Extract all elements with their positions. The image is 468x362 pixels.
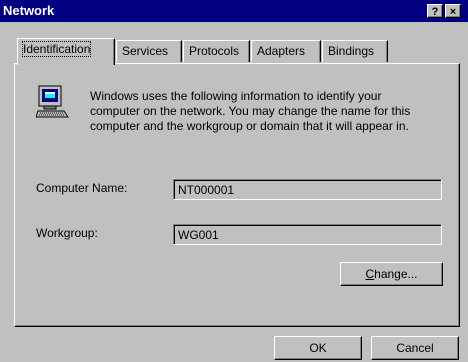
help-button[interactable]: ?: [427, 4, 443, 18]
tab-label: Protocols: [189, 44, 240, 58]
tab-protocols[interactable]: Protocols: [183, 40, 250, 62]
computer-name-field: NT000001: [173, 179, 442, 200]
tab-services[interactable]: Services: [116, 40, 182, 62]
tab-identification[interactable]: Identification: [17, 38, 115, 65]
tab-label: Adapters: [257, 44, 306, 58]
tab-label: Bindings: [328, 44, 375, 58]
workgroup-field: WG001: [173, 224, 442, 245]
computer-name-label: Computer Name:: [36, 181, 128, 195]
change-button[interactable]: Change...: [340, 262, 443, 286]
tab-adapters[interactable]: Adapters: [251, 40, 321, 62]
title-bar: Network ? ×: [0, 0, 468, 22]
window-title: Network: [3, 3, 55, 18]
ok-button[interactable]: OK: [274, 336, 362, 360]
tab-label: Identification: [21, 41, 92, 57]
workgroup-label: Workgroup:: [36, 226, 98, 240]
close-button[interactable]: ×: [445, 4, 461, 18]
network-computer-icon: [35, 84, 70, 124]
tab-bindings[interactable]: Bindings: [322, 40, 388, 62]
change-mnemonic: C: [365, 267, 375, 281]
tab-label: Services: [122, 44, 169, 58]
identification-description: Windows uses the following information t…: [90, 89, 411, 133]
cancel-button[interactable]: Cancel: [371, 336, 459, 360]
change-label: hange...: [374, 267, 418, 281]
